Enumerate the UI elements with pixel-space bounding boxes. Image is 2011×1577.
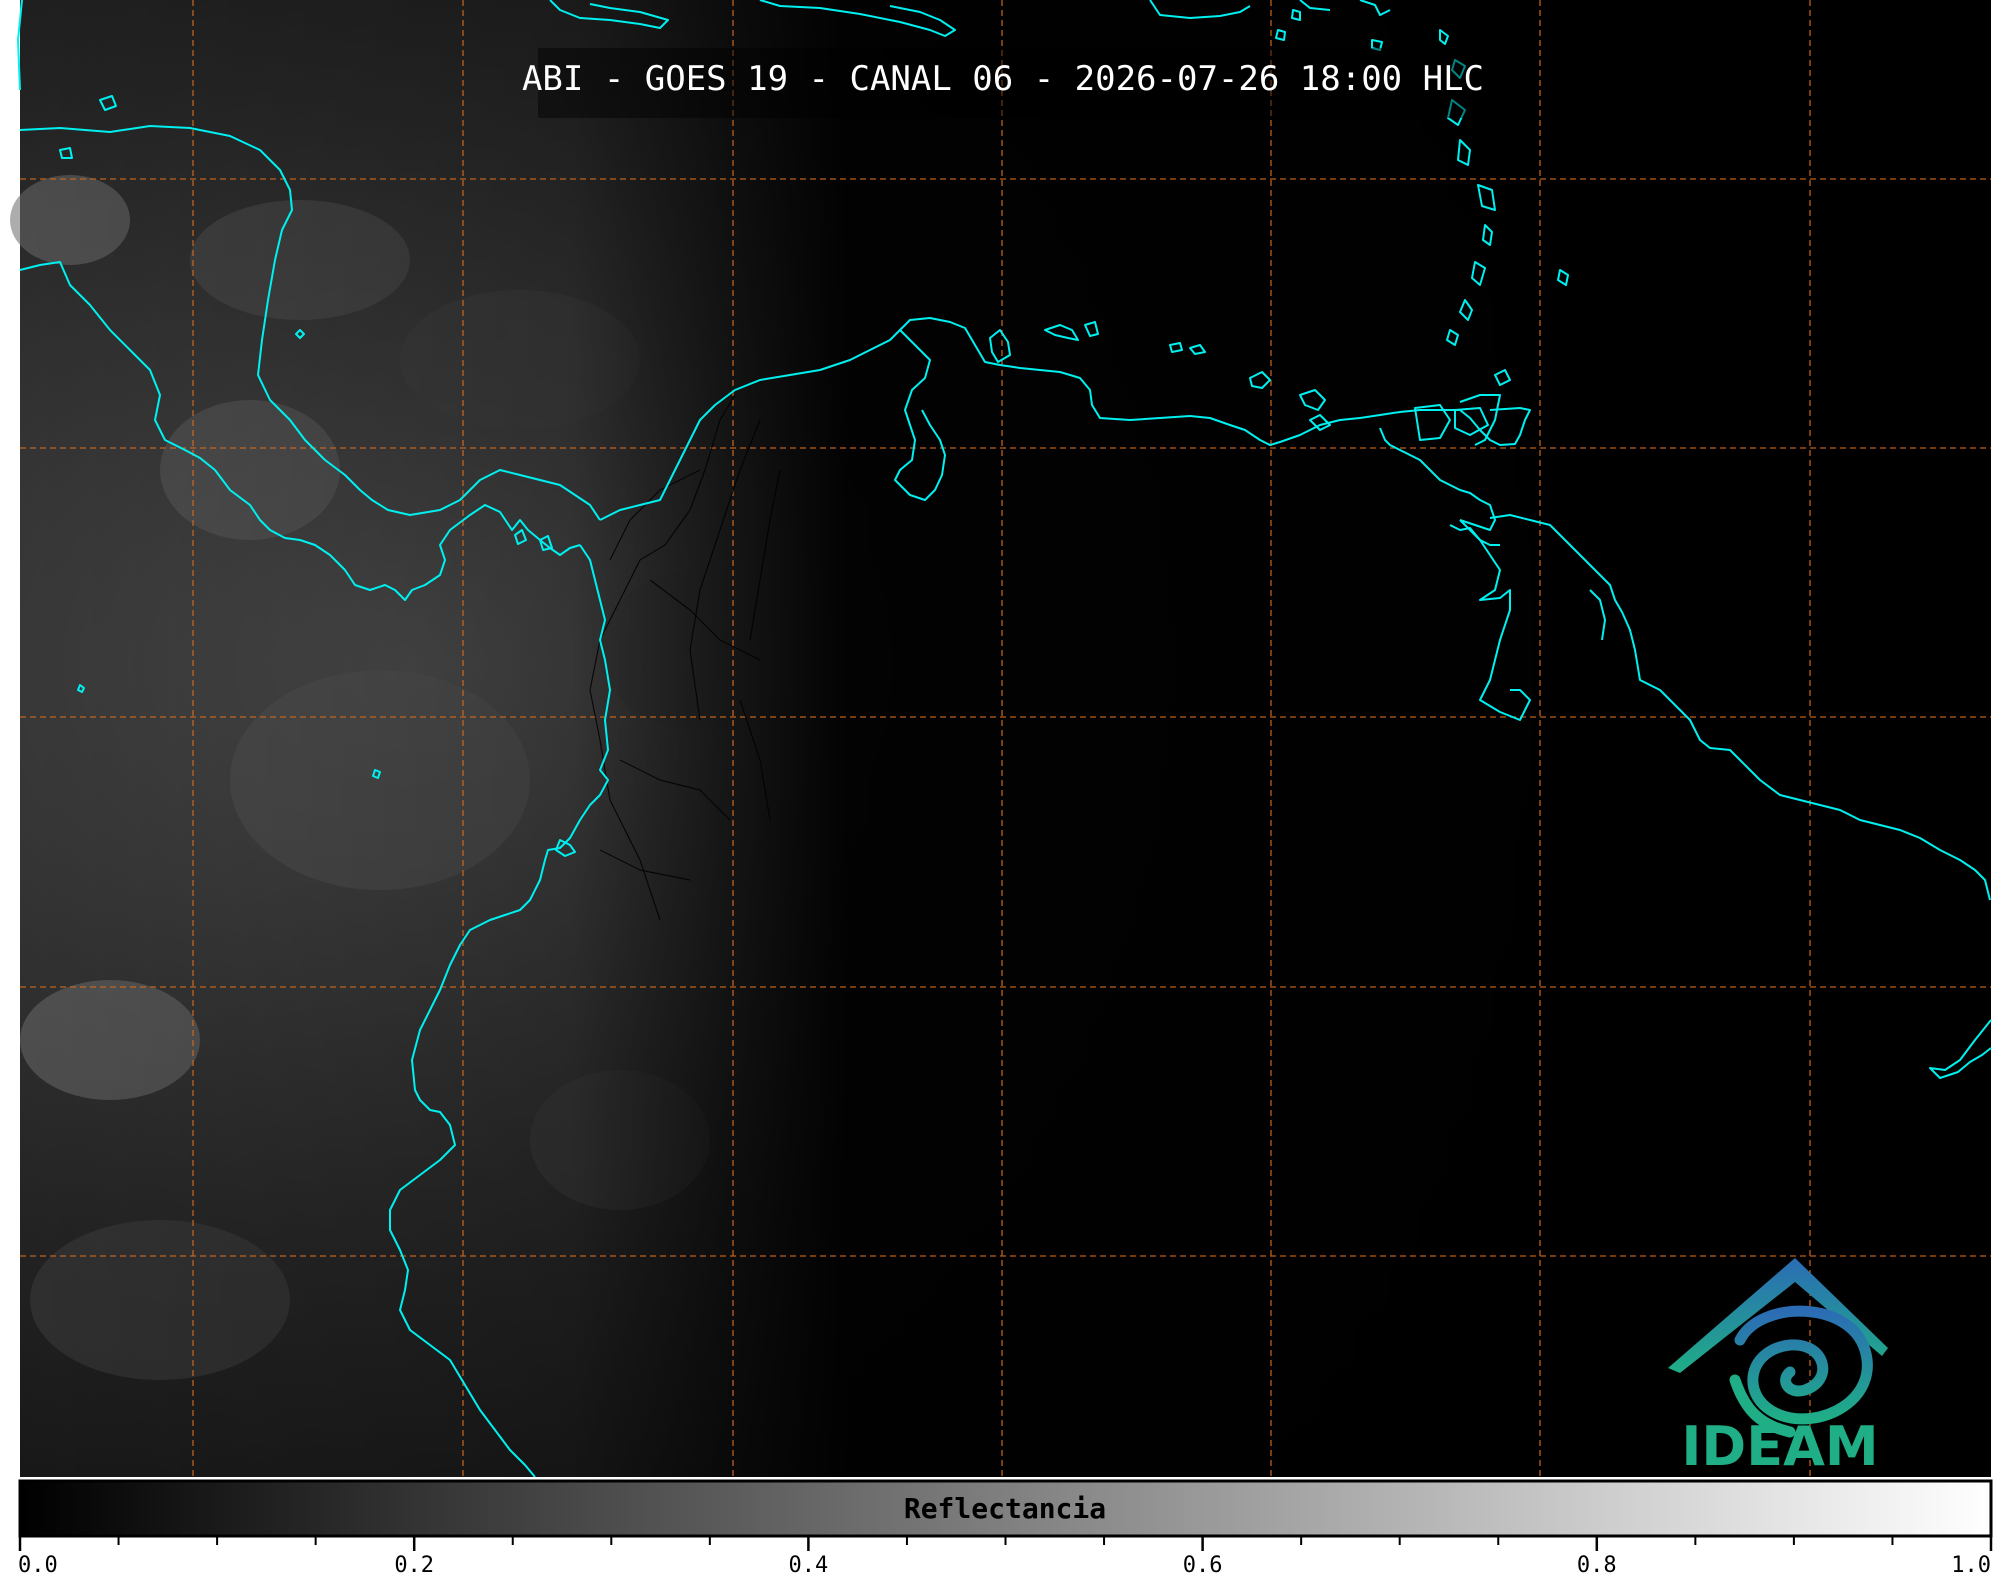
colorbar-tick-label: 1.0 [1951, 1553, 1991, 1577]
title-text: ABI - GOES 19 - CANAL 06 - 2026-07-26 18… [522, 59, 1484, 99]
colorbar-tick-label: 0.2 [394, 1553, 434, 1577]
satellite-map: ABI - GOES 19 - CANAL 06 - 2026-07-26 18… [0, 0, 2011, 1577]
colorbar-tick-label: 0.6 [1183, 1553, 1223, 1577]
colorbar-tick-label: 0.4 [789, 1553, 829, 1577]
colorbar-label: Reflectancia [904, 1492, 1106, 1525]
logo-text: IDEAM [1681, 1415, 1878, 1478]
colorbar-tick-label: 0.8 [1577, 1553, 1617, 1577]
colorbar-tick-label: 0.0 [18, 1553, 58, 1577]
title-box: ABI - GOES 19 - CANAL 06 - 2026-07-26 18… [522, 48, 1508, 118]
